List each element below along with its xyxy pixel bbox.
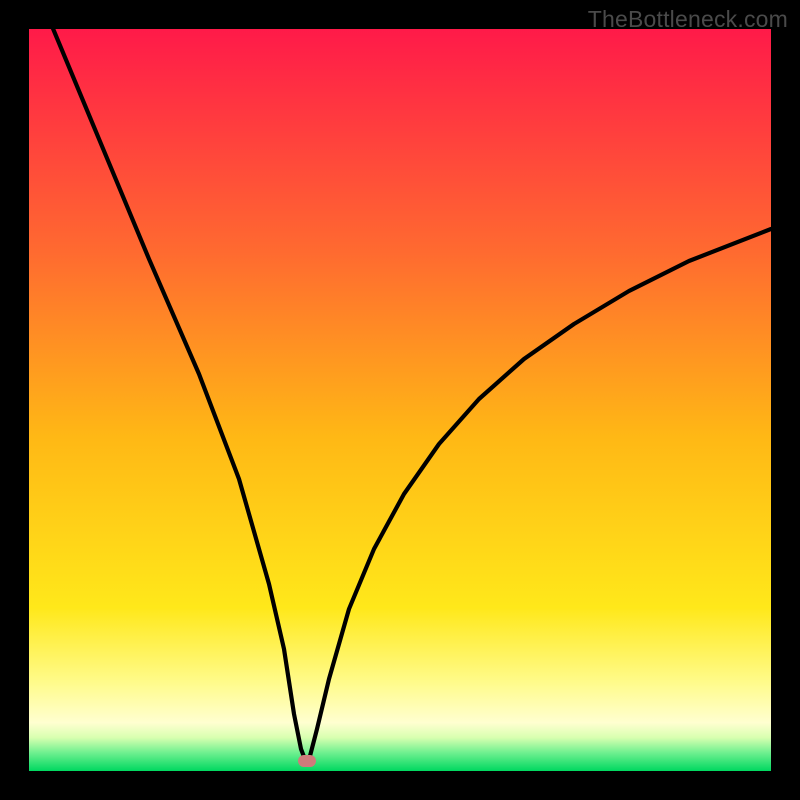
bottleneck-curve xyxy=(29,29,771,771)
watermark-text: TheBottleneck.com xyxy=(588,6,788,33)
optimal-point-marker xyxy=(298,755,316,767)
plot-area xyxy=(29,29,771,771)
chart-frame: TheBottleneck.com xyxy=(0,0,800,800)
